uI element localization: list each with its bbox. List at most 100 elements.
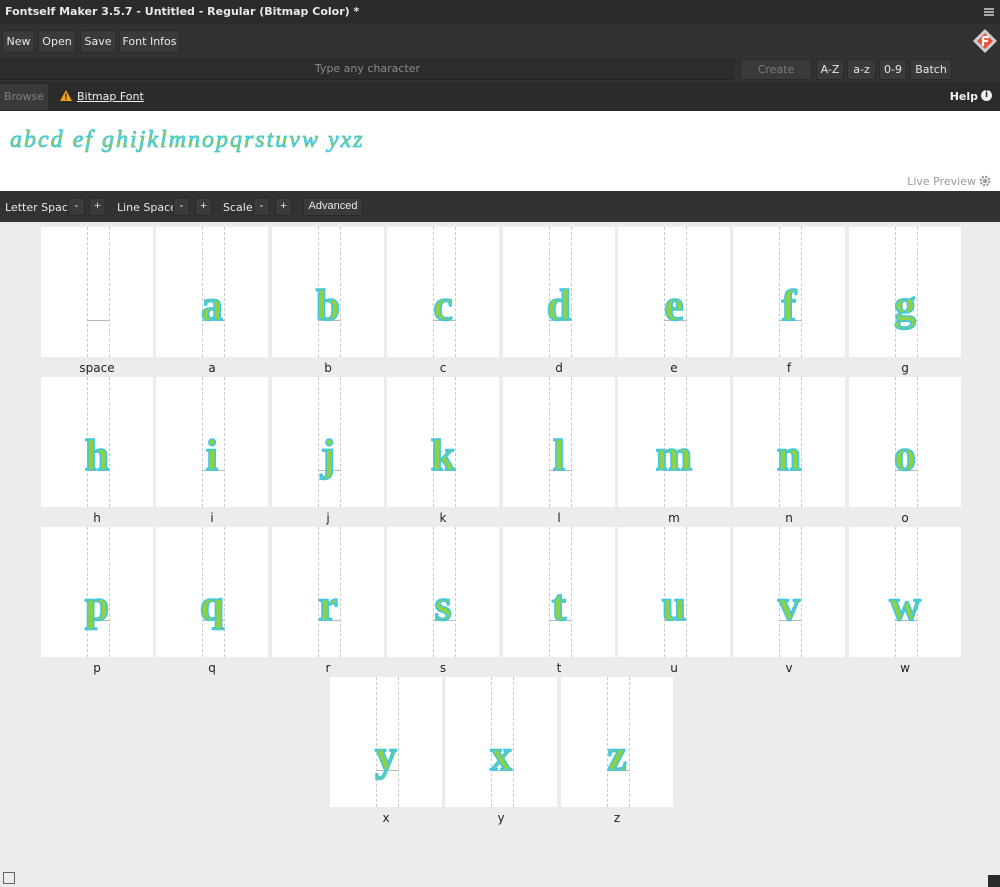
info-icon[interactable]: i [981,90,992,101]
glyph-label: f [786,361,792,375]
glyph-card[interactable]: t [503,527,615,657]
scale-decrease-button[interactable]: - [253,197,270,216]
glyph-image: j [319,430,336,481]
lowercase-az-button[interactable]: a-z [847,59,876,80]
glyph-card[interactable]: y [330,677,442,807]
glyph-label: c [439,361,447,375]
character-input[interactable] [0,58,735,80]
window-title: Fontself Maker 3.5.7 - Untitled - Regula… [5,5,360,18]
glyph-card[interactable]: q [156,527,268,657]
gear-icon[interactable] [979,175,991,187]
glyph-card[interactable]: m [618,377,730,507]
help-link[interactable]: Help [950,90,978,103]
glyph-label: v [785,661,793,675]
letter-space-decrease-button[interactable]: - [68,197,85,216]
glyph-image: n [776,430,802,481]
glyph-label: i [210,511,214,525]
font-infos-button[interactable]: Font Infos [119,30,180,53]
open-button[interactable]: Open [38,30,76,53]
glyph-image: p [84,580,110,631]
glyph-card[interactable]: k [387,377,499,507]
glyph-image: m [655,430,693,481]
fontself-logo-icon[interactable] [972,28,998,54]
glyph-card[interactable]: v [733,527,845,657]
glyph-label: j [326,511,330,525]
glyph-label: m [668,511,680,525]
digits-button[interactable]: 0-9 [879,59,907,80]
character-bar: Create Glyph A-Z a-z 0-9 Batch [0,58,1000,95]
glyph-label: w [900,661,910,675]
letter-space-increase-button[interactable]: + [89,197,106,216]
glyph-character: i [206,431,218,480]
glyph-character: a [201,281,223,330]
play-icon[interactable] [3,872,15,884]
glyph-image: t [551,580,568,631]
glyph-label: r [325,661,331,675]
glyph-image: l [552,430,566,481]
batch-button[interactable]: Batch [910,59,952,80]
glyph-card[interactable]: g [849,227,961,357]
glyph-label: z [613,811,621,825]
spacing-toolbar: Letter Space: - + Line Space: - + Scale:… [0,191,1000,222]
glyph-card[interactable]: f [733,227,845,357]
create-glyph-button[interactable]: Create Glyph [740,59,812,95]
glyph-image: z [606,730,627,781]
glyph-image: a [200,280,224,331]
glyph-character: e [664,281,684,330]
glyph-label: a [208,361,216,375]
glyph-card[interactable]: x [445,677,557,807]
glyph-image: o [893,430,917,481]
hamburger-menu-icon[interactable] [984,8,994,16]
glyph-image: s [434,580,453,631]
glyph-card[interactable]: b [272,227,384,357]
glyph-card[interactable]: c [387,227,499,357]
glyph-label: k [439,511,447,525]
glyph-character: m [656,431,693,480]
glyph-character: d [547,281,571,330]
glyph-image: b [315,280,341,331]
glyph-label: q [208,661,216,675]
glyph-card[interactable]: u [618,527,730,657]
glyph-grid: space a a b b c c d d e e f f g g h h i i j j k k l l m m n n o o p p q q r… [0,222,1000,887]
glyph-image: h [84,430,110,481]
glyph-card[interactable]: z [561,677,673,807]
glyph-image: k [430,430,457,481]
glyph-card[interactable]: l [503,377,615,507]
glyph-image: q [199,580,226,631]
svg-text:abcd ef ghijklmnopqrstuvw yxz: abcd ef ghijklmnopqrstuvw yxz [10,127,365,153]
glyph-card[interactable]: i [156,377,268,507]
main-toolbar: New Open Save Font Infos [0,24,1000,58]
glyph-card[interactable]: j [272,377,384,507]
glyph-character: c [433,281,453,330]
uppercase-az-button[interactable]: A-Z [816,59,844,80]
glyph-character: u [662,581,686,630]
glyph-card[interactable]: w [849,527,961,657]
glyph-character: w [889,581,921,630]
glyph-image: d [546,280,572,331]
glyph-character: z [607,731,627,780]
glyph-card[interactable]: s [387,527,499,657]
tab-bitmap-font[interactable]: Bitmap Font [77,90,144,103]
line-space-decrease-button[interactable]: - [173,197,190,216]
glyph-card[interactable]: h [41,377,153,507]
glyph-card[interactable]: d [503,227,615,357]
save-button[interactable]: Save [80,30,116,53]
glyph-card[interactable]: n [733,377,845,507]
glyph-character: b [316,281,340,330]
glyph-card[interactable]: p [41,527,153,657]
new-button[interactable]: New [2,30,35,53]
line-space-increase-button[interactable]: + [195,197,212,216]
advanced-button[interactable]: Advanced [303,197,363,216]
glyph-label: x [382,811,390,825]
glyph-character: h [85,431,109,480]
glyph-image: i [205,430,219,481]
glyph-card[interactable]: e [618,227,730,357]
glyph-card[interactable]: r [272,527,384,657]
glyph-card[interactable]: a [156,227,268,357]
tab-browse[interactable]: Browse [0,84,48,110]
glyph-card[interactable]: o [849,377,961,507]
glyph-card[interactable] [41,227,153,357]
scale-increase-button[interactable]: + [275,197,292,216]
resize-corner[interactable] [988,875,1000,887]
glyph-character: y [375,731,397,780]
